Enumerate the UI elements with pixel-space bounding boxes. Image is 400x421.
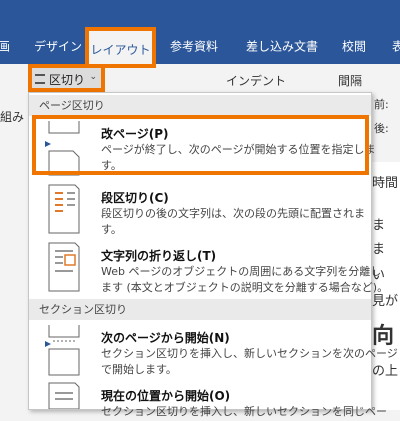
highlight-box [32,115,369,175]
breaks-button[interactable]: 区切り ⌄ [28,64,105,92]
before-label: 前: [374,98,389,111]
tab-review[interactable]: 校閲 [342,38,366,55]
menu-item-desc: す。 [101,223,122,236]
menu-item-desc: 段区切りの後の文字列は、次の段の先頭に配置されま [101,207,365,220]
menu-item-title: 現在の位置から開始(O) [101,389,231,403]
doc-line: ま [372,218,386,233]
spacing-label: 間隔 [338,74,363,88]
arrange-label: 組み [0,110,25,124]
menu-item-title: 次のページから開始(N) [101,331,230,345]
menu-item-next-page[interactable]: 次のページから開始(N) セクション区切りを挿入し、新しいセクションを次のページ… [29,321,398,379]
menu-item-text-wrapping[interactable]: 文字列の折り返し(T) Web ページのオブジェクトの周囲にある文字列を分離し … [29,239,388,297]
doc-line: 時間 [372,176,399,191]
chevron-down-icon: ⌄ [89,72,97,82]
tab-mailings[interactable]: 差し込み文書 [246,38,318,55]
ribbon-tab-bar: 画 デザイン 参考資料 差し込み文書 校閲 表 [0,0,400,64]
tab-layout-label: レイアウト [90,43,151,57]
doc-line: ま [372,242,386,257]
menu-item-desc: セクション区切りを挿入し、新しいセクションを同じペー [101,405,387,418]
tab-insert[interactable]: 画 [0,38,10,55]
continuous-section-icon [48,382,80,409]
menu-item-desc: で開始します。 [101,363,177,376]
next-page-section-icon [45,325,80,376]
tab-layout[interactable]: レイアウト [85,27,156,68]
tab-references[interactable]: 参考資料 [170,38,218,55]
menu-item-continuous[interactable]: 現在の位置から開始(O) セクション区切りを挿入し、新しいセクションを同じペー [29,379,387,418]
menu-item-title: 文字列の折り返し(T) [101,249,217,263]
menu-item-column-break[interactable]: 段区切り(C) 段区切りの後の文字列は、次の段の先頭に配置されま す。 [29,181,371,239]
breaks-label: 区切り [49,73,86,87]
breaks-icon [35,74,45,84]
menu-item-desc: ます (本文とオブジェクトの説明文を分離する場合など)。 [101,281,389,294]
tab-design[interactable]: デザイン [34,38,82,55]
tab-view[interactable]: 表 [392,38,400,55]
column-break-icon [48,184,80,234]
text-wrapping-icon [48,242,80,292]
after-label: 後: [374,122,389,135]
section-breaks-header: セクション区切り [29,299,371,320]
menu-item-title: 段区切り(C) [101,191,169,205]
indent-label: インデント [226,74,287,88]
page-breaks-header: ページ区切り [29,95,371,116]
